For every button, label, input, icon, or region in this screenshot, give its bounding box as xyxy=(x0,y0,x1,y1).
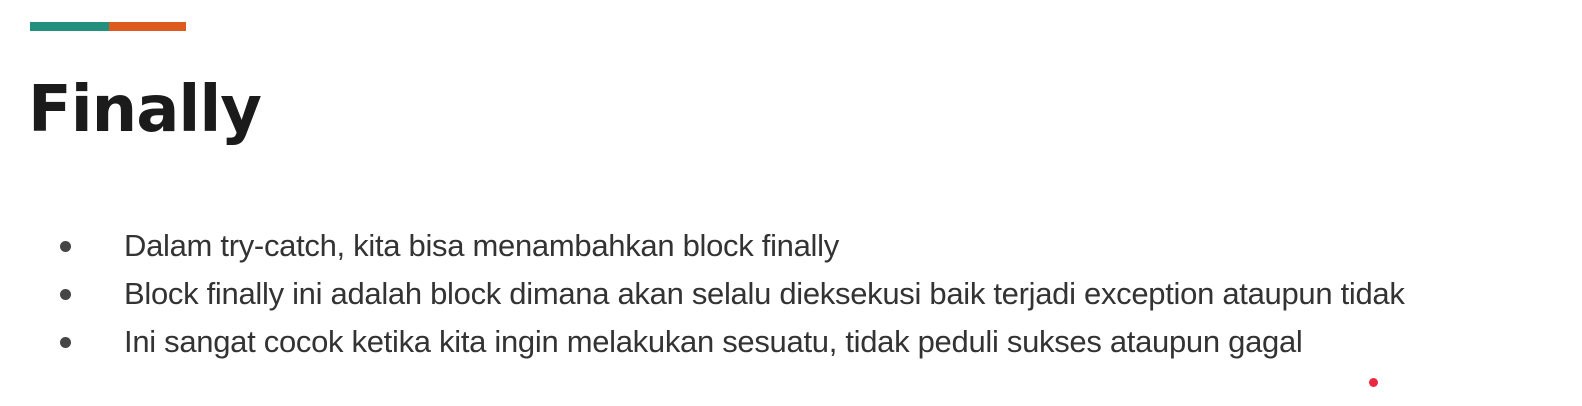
accent-bar xyxy=(30,22,186,31)
bullet-text: Block finally ini adalah block dimana ak… xyxy=(124,276,1405,311)
slide: Finally Dalam try-catch, kita bisa menam… xyxy=(0,0,1582,406)
accent-bar-orange-segment xyxy=(109,22,186,31)
bullet-dot-icon xyxy=(60,241,71,252)
bullet-dot-icon xyxy=(60,289,71,300)
bullet-dot-icon xyxy=(60,337,71,348)
slide-title: Finally xyxy=(28,73,262,147)
bullet-text: Ini sangat cocok ketika kita ingin melak… xyxy=(124,324,1303,359)
laser-pointer-dot xyxy=(1369,378,1378,387)
accent-bar-teal-segment xyxy=(30,22,109,31)
bullet-text: Dalam try-catch, kita bisa menambahkan b… xyxy=(124,228,839,263)
